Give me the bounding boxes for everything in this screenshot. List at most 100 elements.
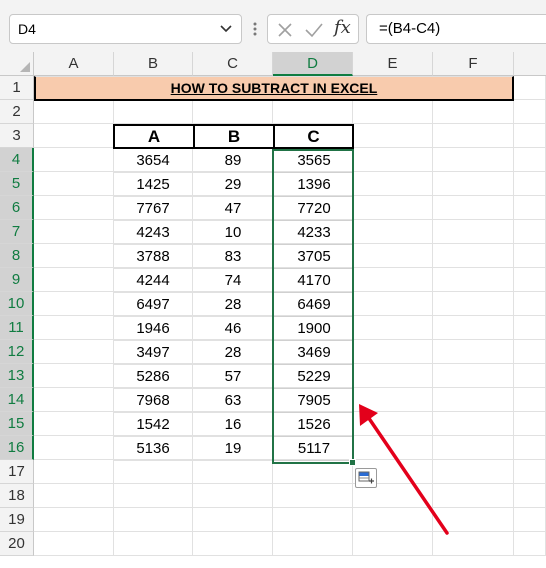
- grid-cell[interactable]: [193, 532, 273, 556]
- column-header-f[interactable]: F: [433, 52, 514, 76]
- grid-cell[interactable]: [353, 532, 433, 556]
- grid-cell[interactable]: [514, 124, 546, 148]
- table-cell-value-b[interactable]: 63: [193, 389, 273, 413]
- table-cell-value-a[interactable]: 3654: [113, 149, 193, 173]
- table-cell-value-b[interactable]: 57: [193, 365, 273, 389]
- table-cell-value-b[interactable]: 16: [193, 413, 273, 437]
- table-cell-value-a[interactable]: 1542: [113, 413, 193, 437]
- grid-cell[interactable]: [114, 508, 193, 532]
- grid-cell[interactable]: [514, 268, 546, 292]
- grid-cell[interactable]: [433, 412, 514, 436]
- grid-cell[interactable]: [514, 316, 546, 340]
- grid-cell[interactable]: [353, 172, 433, 196]
- grid-cell[interactable]: [514, 244, 546, 268]
- grid-cell[interactable]: [353, 268, 433, 292]
- row-header[interactable]: 1: [0, 76, 34, 100]
- row-header[interactable]: 4: [0, 148, 34, 172]
- grid-cell[interactable]: [353, 196, 433, 220]
- grid-cell[interactable]: [34, 172, 114, 196]
- row-header[interactable]: 9: [0, 268, 34, 292]
- grid-cell[interactable]: [433, 532, 514, 556]
- row-header[interactable]: 3: [0, 124, 34, 148]
- grid-cell[interactable]: [353, 340, 433, 364]
- table-cell-value-c[interactable]: 4233: [274, 221, 354, 245]
- table-header-c[interactable]: C: [273, 124, 354, 149]
- grid-cell[interactable]: [34, 220, 114, 244]
- grid-cell[interactable]: [353, 364, 433, 388]
- name-box[interactable]: D4: [9, 14, 242, 44]
- grid-cell[interactable]: [433, 148, 514, 172]
- grid-cell[interactable]: [193, 460, 273, 484]
- table-cell-value-a[interactable]: 3497: [113, 341, 193, 365]
- grid-cell[interactable]: [514, 460, 546, 484]
- grid-cell[interactable]: [514, 364, 546, 388]
- row-header[interactable]: 19: [0, 508, 34, 532]
- grid-cell[interactable]: [433, 292, 514, 316]
- table-header-b[interactable]: B: [193, 124, 273, 149]
- grid-cell[interactable]: [514, 76, 546, 100]
- table-cell-value-b[interactable]: 19: [193, 437, 273, 461]
- table-header-a[interactable]: A: [113, 124, 193, 149]
- grid-cell[interactable]: [34, 460, 114, 484]
- grid-cell[interactable]: [34, 412, 114, 436]
- grid-cell[interactable]: [34, 148, 114, 172]
- grid-cell[interactable]: [273, 484, 353, 508]
- grid-cell[interactable]: [514, 388, 546, 412]
- row-header[interactable]: 2: [0, 100, 34, 124]
- row-header[interactable]: 20: [0, 532, 34, 556]
- row-header[interactable]: 15: [0, 412, 34, 436]
- grid-cell[interactable]: [273, 532, 353, 556]
- grid-cell[interactable]: [514, 532, 546, 556]
- table-cell-value-c[interactable]: 3705: [274, 245, 354, 269]
- column-header-e[interactable]: E: [353, 52, 433, 76]
- quick-analysis-button[interactable]: [355, 468, 377, 488]
- more-options-icon[interactable]: [250, 19, 260, 39]
- grid-cell[interactable]: [114, 532, 193, 556]
- grid-cell[interactable]: [34, 508, 114, 532]
- table-cell-value-c[interactable]: 7905: [274, 389, 354, 413]
- table-cell-value-c[interactable]: 5117: [274, 437, 354, 461]
- table-cell-value-b[interactable]: 46: [193, 317, 273, 341]
- column-header-g[interactable]: [514, 52, 546, 76]
- grid-cell[interactable]: [34, 364, 114, 388]
- grid-cell[interactable]: [353, 124, 433, 148]
- grid-cell[interactable]: [514, 412, 546, 436]
- grid-cell[interactable]: [193, 484, 273, 508]
- row-header[interactable]: 12: [0, 340, 34, 364]
- table-cell-value-a[interactable]: 1425: [113, 173, 193, 197]
- grid-cell[interactable]: [514, 196, 546, 220]
- grid-cell[interactable]: [514, 436, 546, 460]
- grid-cell[interactable]: [433, 316, 514, 340]
- grid-cell[interactable]: [273, 508, 353, 532]
- row-header[interactable]: 14: [0, 388, 34, 412]
- table-cell-value-b[interactable]: 28: [193, 293, 273, 317]
- grid-cell[interactable]: [34, 316, 114, 340]
- column-header-c[interactable]: C: [193, 52, 273, 76]
- table-cell-value-c[interactable]: 1900: [274, 317, 354, 341]
- sheet-title[interactable]: HOW TO SUBTRACT IN EXCEL: [34, 76, 514, 101]
- formula-input[interactable]: =(B4-C4): [366, 14, 546, 44]
- grid-cell[interactable]: [353, 244, 433, 268]
- column-header-d[interactable]: D: [273, 52, 353, 76]
- row-header[interactable]: 11: [0, 316, 34, 340]
- table-cell-value-a[interactable]: 4244: [113, 269, 193, 293]
- table-cell-value-c[interactable]: 4170: [274, 269, 354, 293]
- grid-cell[interactable]: [273, 100, 353, 124]
- table-cell-value-a[interactable]: 4243: [113, 221, 193, 245]
- grid-cell[interactable]: [114, 460, 193, 484]
- fill-handle[interactable]: [349, 459, 356, 466]
- table-cell-value-a[interactable]: 7968: [113, 389, 193, 413]
- grid-cell[interactable]: [34, 244, 114, 268]
- grid-cell[interactable]: [433, 388, 514, 412]
- grid-cell[interactable]: [433, 436, 514, 460]
- table-cell-value-c[interactable]: 1396: [274, 173, 354, 197]
- grid-cell[interactable]: [514, 100, 546, 124]
- row-header[interactable]: 17: [0, 460, 34, 484]
- grid-cell[interactable]: [353, 508, 433, 532]
- row-header[interactable]: 10: [0, 292, 34, 316]
- grid-cell[interactable]: [34, 268, 114, 292]
- grid-cell[interactable]: [353, 436, 433, 460]
- grid-cell[interactable]: [433, 340, 514, 364]
- table-cell-value-a[interactable]: 6497: [113, 293, 193, 317]
- grid-cell[interactable]: [514, 148, 546, 172]
